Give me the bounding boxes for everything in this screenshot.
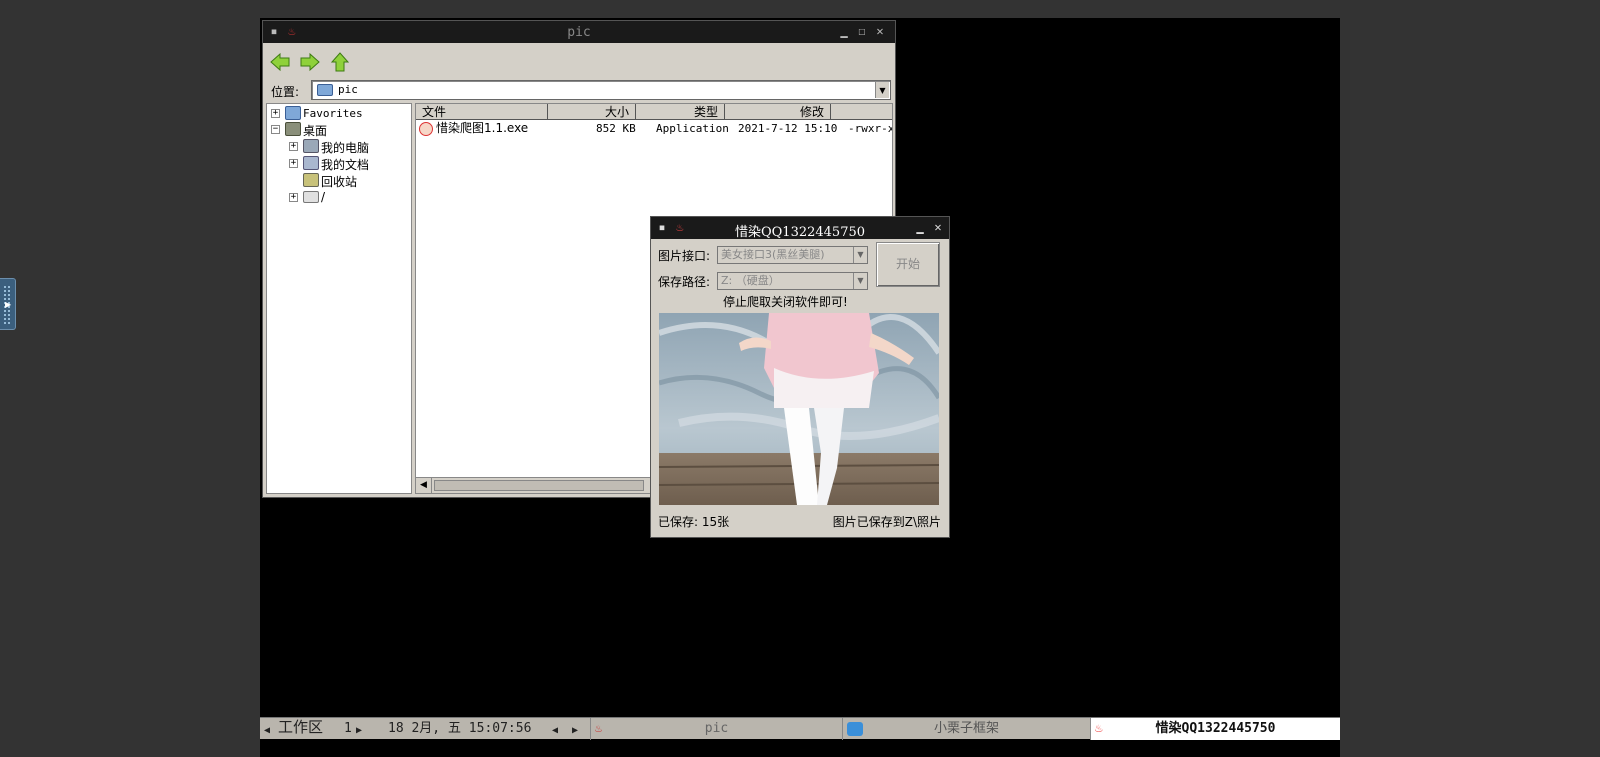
dialog-title-bar[interactable]: ▪ ♨ 惜染QQ1322445750 ▁ ✕ xyxy=(651,217,949,240)
chevron-down-icon[interactable]: ▼ xyxy=(875,82,889,98)
tree-label: 我的电脑 xyxy=(321,141,370,155)
stop-hint: 停止爬取关闭软件即可! xyxy=(723,295,848,309)
expand-plus-icon[interactable]: + xyxy=(289,193,298,202)
task-label: pic xyxy=(704,721,729,736)
column-header-attrs[interactable]: 属 xyxy=(831,104,892,120)
clock: 18 2月, 五 15:07:56 xyxy=(388,721,532,736)
computer-icon xyxy=(303,139,319,153)
tree-label: / xyxy=(321,190,326,204)
file-size: 852 KB xyxy=(596,122,636,135)
taskbar: ◀ 工作区 1 ▶ 18 2月, 五 15:07:56 ◀ ▶ ♨ pic 小栗… xyxy=(260,717,1340,740)
column-header-modified[interactable]: 修改 xyxy=(725,104,831,120)
tree-label: 桌面 xyxy=(303,124,328,138)
task-label: 小栗子框架 xyxy=(933,721,999,736)
back-arrow-icon[interactable] xyxy=(269,51,291,73)
workspace-label: 工作区 xyxy=(278,718,324,736)
expand-plus-icon[interactable]: + xyxy=(289,159,298,168)
file-type: Application xyxy=(656,122,729,135)
location-combo[interactable]: pic ▼ xyxy=(311,80,891,100)
task-framework[interactable]: 小栗子框架 xyxy=(842,718,1090,740)
crawler-dialog: ▪ ♨ 惜染QQ1322445750 ▁ ✕ 图片接口: 美女接口3(黑丝美腿)… xyxy=(650,216,950,538)
up-arrow-icon[interactable] xyxy=(329,51,351,73)
minimize-icon[interactable]: ▁ xyxy=(913,220,927,234)
collapse-minus-icon[interactable]: − xyxy=(271,125,280,134)
column-header-name[interactable]: 文件 xyxy=(416,104,548,120)
recycle-bin-icon xyxy=(303,173,319,187)
scrollbar-thumb[interactable] xyxy=(434,480,644,491)
task-next-icon[interactable]: ▶ xyxy=(572,723,578,739)
title-bar[interactable]: ▪ ♨ pic ▁ ☐ ✕ xyxy=(263,21,895,43)
saved-to: 图片已保存到Z\照片 xyxy=(832,515,941,529)
desktop-icon xyxy=(285,122,301,136)
expand-plus-icon[interactable]: + xyxy=(289,142,298,151)
folder-icon xyxy=(285,106,301,120)
workspace-prev-icon[interactable]: ◀ xyxy=(264,723,270,739)
dialog-title: 惜染QQ1322445750 xyxy=(734,225,866,240)
tree-label: 回收站 xyxy=(321,175,358,189)
documents-icon xyxy=(303,156,319,170)
tree-label: 我的文档 xyxy=(321,158,370,172)
toolbar xyxy=(263,43,895,79)
expand-plus-icon[interactable]: + xyxy=(271,109,280,118)
folder-tree: + Favorites − 桌面 + 我的电脑 + 我的文档 回收站 + / xyxy=(266,103,412,494)
workspace-number: 1 xyxy=(344,721,352,736)
location-label: 位置: xyxy=(271,85,300,99)
left-edge-handle[interactable]: ▶ xyxy=(0,278,16,330)
tree-label: Favorites xyxy=(303,107,363,120)
task-pic[interactable]: ♨ pic xyxy=(590,718,842,740)
interface-select[interactable]: 美女接口3(黑丝美腿) ▼ xyxy=(717,246,868,264)
drive-icon xyxy=(303,191,319,203)
window-title: pic xyxy=(567,25,591,40)
file-name: 惜染爬图1.1.exe xyxy=(436,121,529,135)
minimize-icon[interactable]: ▁ xyxy=(837,24,851,38)
workspace-next-icon[interactable]: ▶ xyxy=(356,723,362,739)
chevron-down-icon[interactable]: ▼ xyxy=(853,273,867,289)
saved-count: 已保存: 15张 xyxy=(658,515,730,529)
task-prev-icon[interactable]: ◀ xyxy=(552,723,558,739)
task-label: 惜染QQ1322445750 xyxy=(1155,721,1276,736)
column-header-type[interactable]: 类型 xyxy=(636,104,725,120)
scroll-left-arrow-icon[interactable]: ◀ xyxy=(416,478,432,493)
location-bar: 位置: pic ▼ xyxy=(263,79,895,103)
column-header-size[interactable]: 大小 xyxy=(548,104,636,120)
folder-icon xyxy=(317,84,333,96)
save-path-select[interactable]: Z: （硬盘） ▼ xyxy=(717,272,868,290)
save-path-value: Z: （硬盘） xyxy=(721,274,780,287)
file-attrs: -rwxr-x xyxy=(848,122,893,135)
close-icon[interactable]: ✕ xyxy=(873,24,887,38)
app-file-icon xyxy=(419,122,433,136)
interface-value: 美女接口3(黑丝美腿) xyxy=(721,248,825,261)
expand-arrow-icon: ▶ xyxy=(5,300,12,309)
file-modified: 2021-7-12 15:10 xyxy=(738,122,838,135)
interface-label: 图片接口: xyxy=(658,249,711,263)
task-crawler-active[interactable]: ♨ 惜染QQ1322445750 xyxy=(1090,718,1340,740)
location-value: pic xyxy=(338,83,358,96)
maximize-icon[interactable]: ☐ xyxy=(855,24,869,38)
forward-arrow-icon[interactable] xyxy=(299,51,321,73)
close-icon[interactable]: ✕ xyxy=(931,220,945,234)
save-path-label: 保存路径: xyxy=(658,275,711,289)
preview-photo xyxy=(659,313,939,505)
start-button[interactable]: 开始 xyxy=(876,242,940,287)
chevron-down-icon[interactable]: ▼ xyxy=(853,247,867,263)
